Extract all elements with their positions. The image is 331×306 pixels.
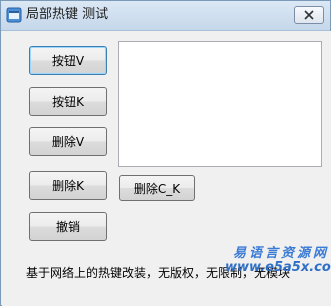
title-bar[interactable]: 局部热键 测试 [1, 1, 330, 31]
close-button[interactable] [294, 6, 324, 24]
app-window: 局部热键 测试 按钮V 按钮K 删除V 删除K 删除C_K 撤销 基于网络上的热… [0, 0, 331, 306]
delete-ck-button[interactable]: 删除C_K [119, 175, 195, 201]
watermark-logo: 易语言资源网 www.e5a5x.com [223, 242, 331, 304]
window-title: 局部热键 测试 [26, 7, 109, 22]
delete-k-button[interactable]: 删除K [29, 171, 107, 200]
cancel-button[interactable]: 撤销 [29, 212, 107, 241]
hotkey-listbox[interactable] [118, 41, 322, 167]
button-v[interactable]: 按钮V [29, 46, 107, 75]
watermark-site-name: 易语言资源网 [233, 246, 330, 261]
delete-v-button[interactable]: 删除V [29, 127, 107, 156]
button-k[interactable]: 按钮K [29, 87, 107, 116]
watermark-url: www.e5a5x.com [225, 260, 331, 275]
app-icon [6, 7, 22, 23]
close-icon [304, 10, 314, 20]
